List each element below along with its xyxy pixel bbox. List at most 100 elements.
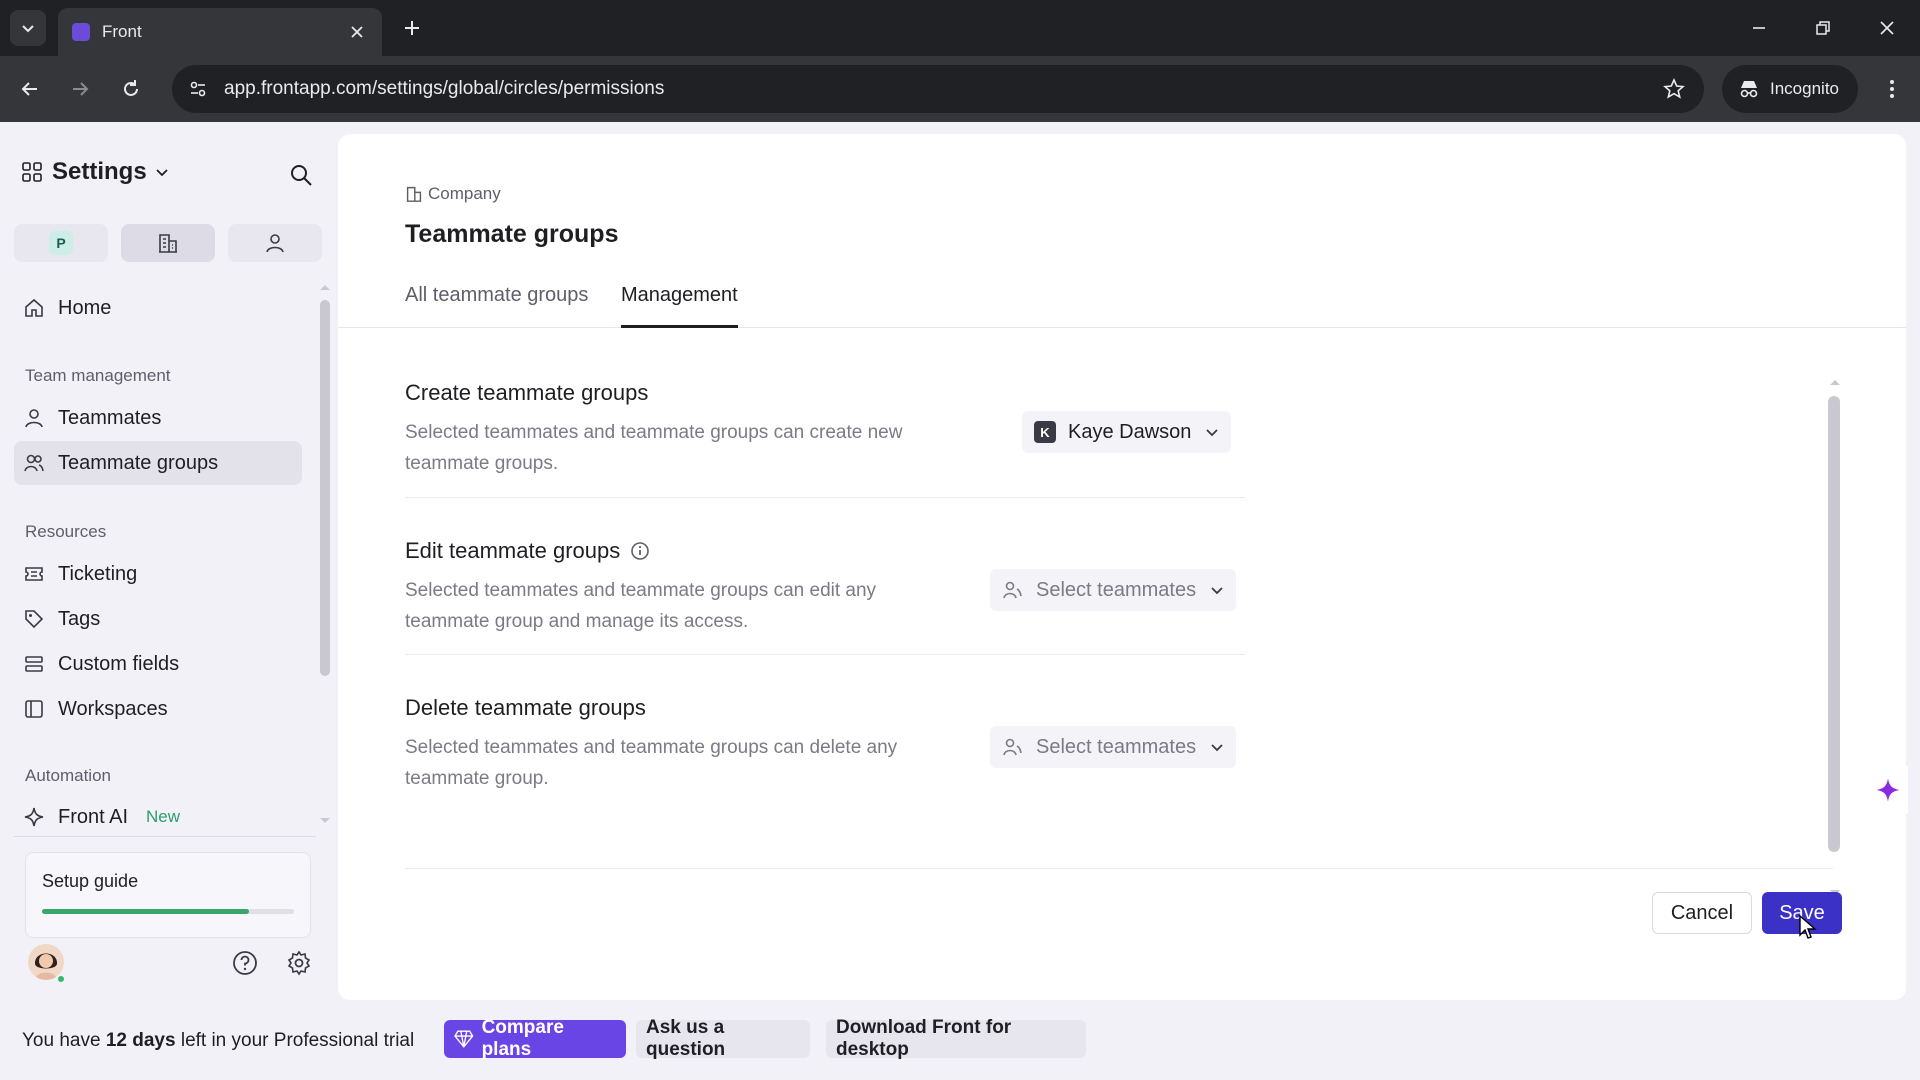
setup-progress-track (42, 909, 294, 914)
sidebar-item-label: Workspaces (58, 697, 168, 720)
tab-management[interactable]: Management (621, 284, 738, 328)
sidebar-item-label: Teammate groups (58, 451, 219, 474)
footer-divider (405, 868, 1833, 869)
mouse-cursor-icon (1799, 914, 1817, 939)
scroll-up-arrow-icon[interactable] (318, 282, 332, 292)
content-scrollbar[interactable] (1828, 396, 1840, 852)
compare-plans-label: Compare plans (481, 1017, 564, 1060)
site-info-icon[interactable] (178, 65, 218, 113)
sidebar-item-label: Front AI (58, 805, 129, 828)
sparkle-icon (24, 807, 44, 827)
personal-badge: P (49, 231, 73, 255)
section-automation: Automation (25, 766, 111, 785)
scope-personal-tab[interactable]: P (14, 224, 108, 262)
sidebar-item-label: Home (58, 296, 112, 319)
chevron-down-icon (22, 25, 34, 33)
browser-tabbar: Front (0, 0, 1920, 56)
sidebar-item-teammate-groups[interactable]: Teammate groups (14, 441, 302, 485)
minimize-icon (1753, 27, 1765, 29)
setup-guide-card[interactable]: Setup guide (25, 852, 311, 938)
diamond-icon (454, 1030, 474, 1048)
chevron-down-icon (1206, 429, 1219, 437)
tab-search-button[interactable] (10, 10, 46, 46)
trial-prefix: You have (22, 1030, 106, 1051)
front-favicon-icon (72, 23, 90, 41)
tabs: All teammate groups Management (338, 284, 1906, 328)
incognito-indicator[interactable]: Incognito (1722, 65, 1858, 113)
settings-button[interactable] (284, 948, 314, 978)
forward-button[interactable] (64, 73, 96, 105)
bookmark-star-icon[interactable] (1652, 78, 1696, 100)
sidebar-item-tags[interactable]: Tags (14, 597, 302, 641)
settings-sidebar: Settings P Home Team management Teammate… (0, 122, 336, 1002)
scope-company-tab[interactable] (121, 224, 215, 262)
close-window-button[interactable] (1873, 14, 1901, 42)
permission-title-text: Edit teammate groups (405, 538, 621, 563)
chevron-down-icon (1211, 587, 1223, 595)
select-placeholder: Select teammates (1036, 735, 1197, 758)
sidebar-item-home[interactable]: Home (14, 286, 302, 330)
reload-button[interactable] (115, 73, 147, 105)
edit-teammates-select[interactable]: Select teammates (990, 569, 1237, 611)
users-icon (1003, 738, 1022, 756)
incognito-icon (1740, 81, 1758, 98)
page-title: Teammate groups (405, 220, 619, 248)
sidebar-item-label: Tags (58, 607, 101, 630)
online-status-dot (56, 974, 66, 984)
close-tab-icon[interactable] (346, 21, 368, 43)
permission-title-create: Create teammate groups (405, 380, 648, 406)
create-teammates-select[interactable]: K Kaye Dawson (1022, 411, 1232, 453)
help-button[interactable] (230, 948, 260, 978)
plus-icon (405, 21, 419, 35)
grid-icon (22, 162, 42, 182)
browser-menu-button[interactable] (1876, 73, 1908, 105)
custom-fields-icon (25, 656, 43, 672)
ask-question-button[interactable]: Ask us a question (636, 1017, 810, 1060)
permission-title-text: Create teammate groups (405, 380, 649, 405)
permission-description-edit: Selected teammates and teammate groups c… (405, 580, 877, 632)
minimize-window-button[interactable] (1745, 14, 1773, 42)
download-desktop-button[interactable]: Download Front for desktop (826, 1017, 1086, 1060)
ticket-icon (25, 567, 43, 581)
breadcrumb[interactable]: Company (406, 184, 501, 204)
users-icon (1003, 581, 1022, 599)
trial-days: 12 days (105, 1030, 176, 1051)
settings-search-button[interactable] (286, 160, 316, 190)
url-text: app.frontapp.com/settings/global/circles… (224, 78, 665, 99)
delete-teammates-select[interactable]: Select teammates (990, 726, 1237, 768)
restore-window-button[interactable] (1809, 14, 1837, 42)
tab-all-teammate-groups[interactable]: All teammate groups (405, 284, 588, 328)
sidebar-scrollbar[interactable] (320, 300, 330, 676)
permission-title-text: Delete teammate groups (405, 695, 646, 720)
sidebar-item-front-ai[interactable]: Front AI New (14, 795, 302, 839)
section-divider (405, 497, 1245, 498)
section-divider (405, 654, 1245, 655)
scroll-up-arrow-icon[interactable] (1828, 377, 1842, 387)
scroll-down-arrow-icon[interactable] (318, 816, 332, 826)
ai-assistant-button[interactable] (1868, 766, 1908, 814)
section-team-management: Team management (25, 366, 171, 385)
cancel-button[interactable]: Cancel (1652, 892, 1752, 934)
sidebar-item-label: Custom fields (58, 652, 180, 675)
sidebar-item-custom-fields[interactable]: Custom fields (14, 642, 302, 686)
sidebar-item-ticketing[interactable]: Ticketing (14, 552, 302, 596)
back-button[interactable] (14, 73, 46, 105)
selected-teammate: Kaye Dawson (1068, 420, 1192, 443)
info-icon[interactable] (630, 541, 650, 561)
sidebar-item-teammates[interactable]: Teammates (14, 396, 302, 440)
compare-plans-button[interactable]: Compare plans (444, 1017, 626, 1060)
sidebar-item-workspaces[interactable]: Workspaces (14, 687, 302, 731)
new-tab-button[interactable] (398, 14, 426, 42)
front-app: Settings P Home Team management Teammate… (0, 122, 1920, 1080)
users-icon (24, 454, 44, 472)
building-icon (159, 234, 177, 253)
workspace-icon (25, 700, 43, 718)
settings-menu-toggle[interactable]: Settings (22, 158, 169, 186)
setup-progress-fill (42, 909, 249, 914)
browser-tab[interactable]: Front (58, 8, 382, 56)
sidebar-item-label: Teammates (58, 406, 162, 429)
user-icon (25, 409, 43, 428)
scope-user-tab[interactable] (228, 224, 322, 262)
address-bar[interactable]: app.frontapp.com/settings/global/circles… (172, 65, 1704, 113)
main-panel: Company Teammate groups All teammate gro… (338, 134, 1908, 1000)
